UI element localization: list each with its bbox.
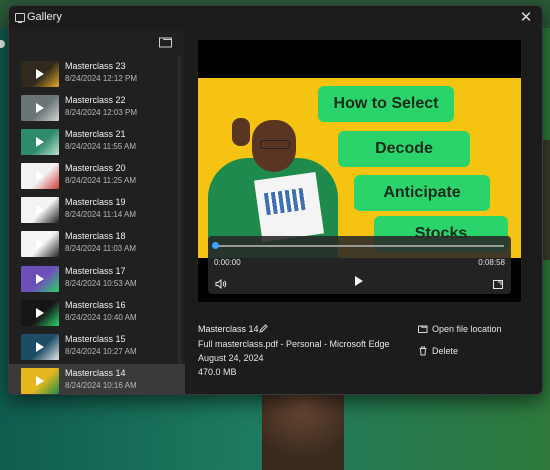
titlebar: Gallery ✕ <box>9 6 542 30</box>
progress-bar[interactable] <box>212 242 504 249</box>
details-source: Full masterclass.pdf - Personal - Micros… <box>198 339 390 349</box>
volume-icon[interactable] <box>215 276 227 290</box>
play-thumbnail-icon <box>36 273 44 284</box>
item-name: Masterclass 14 <box>65 367 126 378</box>
list-item[interactable]: Masterclass 21 8/24/2024 11:55 AM <box>9 125 185 159</box>
video-person-glasses <box>260 140 290 149</box>
item-date: 8/24/2024 11:55 AM <box>65 142 137 152</box>
item-thumbnail <box>21 129 59 156</box>
list-item[interactable]: Masterclass 19 8/24/2024 11:14 AM <box>9 193 185 227</box>
close-button[interactable]: ✕ <box>516 8 536 28</box>
open-file-location-label: Open file location <box>432 324 502 334</box>
list-item[interactable]: Masterclass 23 8/24/2024 12:12 PM <box>9 57 185 91</box>
item-date: 8/24/2024 10:16 AM <box>65 380 137 390</box>
item-date: 8/24/2024 10:53 AM <box>65 278 137 288</box>
video-tag-select: How to Select <box>318 86 454 122</box>
item-date: 8/24/2024 10:40 AM <box>65 312 137 322</box>
desktop-dot <box>0 40 5 48</box>
item-date: 8/24/2024 11:25 AM <box>65 176 137 186</box>
list-item[interactable]: Masterclass 18 8/24/2024 11:03 AM <box>9 227 185 261</box>
item-thumbnail <box>21 367 59 394</box>
play-thumbnail-icon <box>36 137 44 148</box>
play-thumbnail-icon <box>36 205 44 216</box>
item-name: Masterclass 20 <box>65 163 126 174</box>
item-name: Masterclass 18 <box>65 231 126 242</box>
delete-button[interactable]: Delete <box>418 346 502 368</box>
item-name: Masterclass 22 <box>65 95 126 106</box>
sidebar: Masterclass 23 8/24/2024 12:12 PM Mastercl… <box>9 30 185 394</box>
item-date: 8/24/2024 10:27 AM <box>65 346 137 356</box>
item-thumbnail <box>21 197 59 224</box>
recording-list: Masterclass 23 8/24/2024 12:12 PM Mastercl… <box>9 57 185 394</box>
video-player: How to Select Decode Anticipate Stocks 0… <box>198 40 521 302</box>
folder-icon[interactable] <box>158 35 174 49</box>
item-thumbnail <box>21 299 59 326</box>
item-thumbnail <box>21 163 59 190</box>
trash-icon <box>419 346 427 356</box>
list-item[interactable]: Masterclass 22 8/24/2024 12:03 PM <box>9 91 185 125</box>
folder-open-icon <box>418 325 428 333</box>
video-person-hand <box>232 118 250 146</box>
item-date: 8/24/2024 11:14 AM <box>65 210 137 220</box>
player-controls: 0:00:00 0:08:58 <box>208 236 511 294</box>
video-papers <box>253 171 325 243</box>
item-name: Masterclass 17 <box>65 265 126 276</box>
item-name: Masterclass 15 <box>65 333 126 344</box>
play-thumbnail-icon <box>36 69 44 79</box>
video-tag-decode: Decode <box>338 131 470 167</box>
progress-knob[interactable] <box>212 242 219 249</box>
item-name: Masterclass 23 <box>65 61 126 71</box>
list-item[interactable]: Masterclass 15 8/24/2024 10:27 AM <box>9 330 185 364</box>
item-thumbnail <box>21 61 59 87</box>
item-thumbnail <box>21 265 59 292</box>
edit-icon[interactable] <box>258 323 269 336</box>
open-file-location-button[interactable]: Open file location <box>418 324 502 346</box>
item-name: Masterclass 21 <box>65 129 126 140</box>
item-name: Masterclass 19 <box>65 197 126 208</box>
list-item[interactable]: Masterclass 20 8/24/2024 11:25 AM <box>9 159 185 193</box>
details-name-row: Masterclass 14 <box>198 324 398 338</box>
time-total: 0:08:58 <box>478 258 505 267</box>
desktop-backdrop-person <box>262 388 344 470</box>
details-panel: Masterclass 14 Full masterclass.pdf - Pe… <box>198 324 398 380</box>
play-thumbnail-icon <box>36 103 44 114</box>
item-name: Masterclass 16 <box>65 299 126 310</box>
gallery-icon <box>15 13 25 23</box>
play-thumbnail-icon <box>36 341 44 352</box>
details-size: 470.0 MB <box>198 367 237 377</box>
details-date: August 24, 2024 <box>198 353 264 363</box>
item-thumbnail <box>21 231 59 258</box>
list-item[interactable]: Masterclass 16 8/24/2024 10:40 AM <box>9 296 185 330</box>
item-date: 8/24/2024 12:12 PM <box>65 74 138 83</box>
play-thumbnail-icon <box>36 239 44 250</box>
play-icon[interactable] <box>355 276 363 286</box>
gallery-window: Gallery ✕ Masterclass 23 8/24/2024 12:12 … <box>8 5 543 395</box>
fullscreen-icon[interactable] <box>493 276 503 289</box>
video-tag-anticipate: Anticipate <box>354 175 490 211</box>
play-thumbnail-icon <box>36 171 44 182</box>
list-item[interactable]: Masterclass 14 8/24/2024 10:16 AM <box>9 363 185 394</box>
window-title: Gallery <box>27 11 62 23</box>
item-thumbnail <box>21 95 59 122</box>
play-thumbnail-icon <box>36 307 44 318</box>
details-name: Masterclass 14 <box>198 324 259 334</box>
item-date: 8/24/2024 11:03 AM <box>65 244 137 254</box>
list-item[interactable]: Masterclass 17 8/24/2024 10:53 AM <box>9 262 185 296</box>
delete-label: Delete <box>432 346 459 356</box>
video-frame[interactable]: How to Select Decode Anticipate Stocks <box>198 78 521 258</box>
time-current: 0:00:00 <box>214 258 241 267</box>
item-date: 8/24/2024 12:03 PM <box>65 108 138 118</box>
actions-panel: Open file location Delete <box>418 324 502 368</box>
play-thumbnail-icon <box>36 375 44 386</box>
item-thumbnail <box>21 333 59 360</box>
